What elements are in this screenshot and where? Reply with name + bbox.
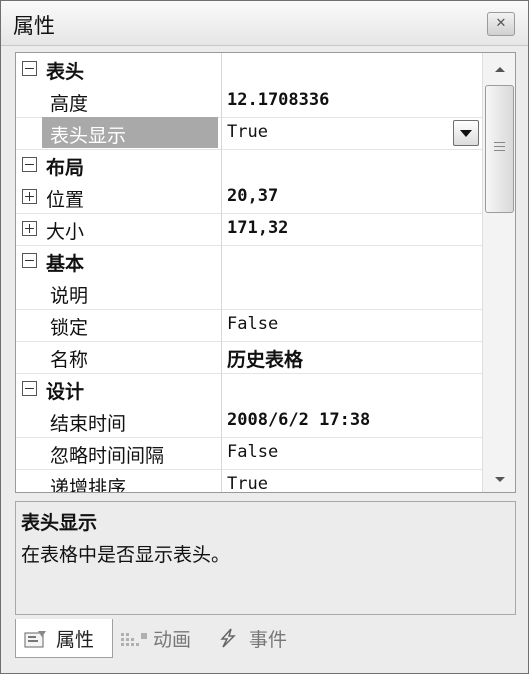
property-name: 递增排序 [50, 477, 127, 493]
category-row[interactable]: 基本 [16, 245, 482, 277]
chevron-down-icon [460, 130, 472, 137]
property-grid: 表头高度 12.1708336 表头显示 True 布局位置 20,37 大小 171,32 基… [15, 52, 516, 493]
category-row[interactable]: 设计 [16, 373, 482, 405]
scroll-up-icon[interactable] [495, 67, 505, 72]
property-row[interactable]: 结束时间 2008/6/2 17:38 [16, 405, 482, 438]
grip-line [494, 150, 505, 151]
tab-events[interactable]: 事件 [213, 619, 313, 657]
property-row[interactable]: 锁定 False [16, 309, 482, 342]
close-button[interactable]: ✕ [487, 12, 515, 36]
property-value[interactable]: True [227, 474, 268, 492]
lightning-icon [220, 628, 236, 648]
property-row[interactable]: 高度 12.1708336 [16, 85, 482, 118]
property-name: 位置 [46, 189, 85, 211]
property-name: 忽略时间间隔 [50, 445, 165, 467]
property-value[interactable]: 171,32 [227, 218, 288, 238]
collapse-icon[interactable] [22, 381, 37, 396]
tab-label: 动画 [153, 629, 192, 651]
dropdown-button[interactable] [453, 120, 479, 146]
tab-label: 事件 [249, 629, 288, 651]
grip-line [494, 142, 505, 143]
property-value[interactable]: False [227, 442, 278, 462]
grip-line [494, 146, 505, 147]
tab-label: 属性 [56, 629, 95, 651]
scroll-thumb[interactable] [485, 85, 514, 213]
expand-icon[interactable] [22, 189, 37, 204]
description-title: 表头显示 [21, 512, 98, 534]
description-panel: 表头显示 在表格中是否显示表头。 [15, 501, 516, 615]
properties-window: 属性 ✕ 表头高度 12.1708336 表头显示 True 布局位置 20,37 大小 17… [0, 0, 529, 674]
property-row[interactable]: 大小 171,32 [16, 213, 482, 246]
close-icon: ✕ [495, 16, 507, 31]
property-value[interactable]: 2008/6/2 17:38 [227, 410, 370, 430]
category-row[interactable]: 布局 [16, 149, 482, 181]
category-label: 基本 [46, 253, 85, 275]
expand-icon[interactable] [22, 221, 37, 236]
description-text: 在表格中是否显示表头。 [21, 544, 231, 566]
property-row[interactable]: 忽略时间间隔 False [16, 437, 482, 470]
property-value[interactable]: 历史表格 [227, 345, 303, 372]
category-label: 布局 [46, 157, 85, 179]
property-row[interactable]: 递增排序 True [16, 469, 482, 493]
title-bar: 属性 ✕ [1, 1, 528, 46]
column-divider[interactable] [221, 53, 222, 492]
tab-properties[interactable]: 属性 [15, 619, 113, 658]
properties-icon [24, 631, 46, 648]
property-name: 锁定 [50, 317, 89, 339]
property-name: 高度 [50, 93, 89, 115]
property-name: 大小 [46, 221, 85, 243]
window-title: 属性 [13, 14, 55, 38]
property-row[interactable]: 名称 历史表格 [16, 341, 482, 374]
vertical-scrollbar[interactable] [482, 53, 515, 492]
property-value[interactable]: True [227, 122, 268, 142]
property-row[interactable]: 位置 20,37 [16, 181, 482, 214]
collapse-icon[interactable] [22, 61, 37, 76]
category-row[interactable]: 表头 [16, 53, 482, 85]
category-label: 设计 [46, 381, 85, 403]
scroll-down-icon[interactable] [495, 477, 505, 482]
property-value[interactable]: 20,37 [227, 186, 278, 206]
collapse-icon[interactable] [22, 253, 37, 268]
property-name: 表头显示 [50, 125, 127, 147]
animation-icon [121, 633, 147, 646]
collapse-icon[interactable] [22, 157, 37, 172]
property-value[interactable]: 12.1708336 [227, 90, 329, 110]
property-value[interactable]: False [227, 314, 278, 334]
property-name: 结束时间 [50, 413, 127, 435]
tab-strip: 属性 动画 事件 [15, 619, 514, 658]
category-label: 表头 [46, 61, 85, 83]
property-row[interactable]: 说明 [16, 277, 482, 310]
property-row[interactable]: 表头显示 True [16, 117, 482, 150]
property-name: 说明 [50, 285, 89, 307]
property-name: 名称 [50, 349, 89, 371]
tab-animation[interactable]: 动画 [115, 619, 211, 657]
